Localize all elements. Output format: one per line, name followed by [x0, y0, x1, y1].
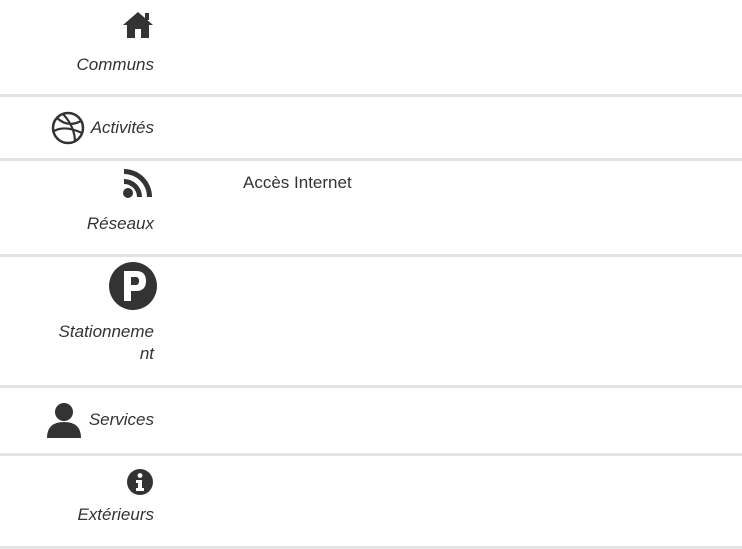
- category-label-cell: Activités: [14, 111, 154, 145]
- category-label: Stationneme nt: [14, 321, 154, 365]
- category-label-cell: Extérieurs: [14, 468, 154, 526]
- category-label-cell: Services: [14, 402, 154, 438]
- category-row-exterieurs: Extérieurs: [0, 456, 742, 549]
- category-label-cell: Communs: [14, 10, 154, 76]
- home-icon: [123, 12, 153, 38]
- rss-icon: [123, 169, 152, 198]
- dribbble-icon: [51, 111, 84, 145]
- category-label: Activités: [90, 118, 154, 137]
- category-label: Extérieurs: [77, 505, 154, 524]
- category-label-cell: Stationneme nt: [14, 261, 157, 365]
- parking-icon: [109, 262, 157, 310]
- info-icon: [127, 469, 153, 495]
- category-row-services: Services: [0, 388, 742, 456]
- category-label-text: Stationneme nt: [58, 322, 154, 363]
- user-icon: [46, 403, 81, 438]
- category-row-activites: Activités: [0, 97, 742, 161]
- category-row-communs: Communs: [0, 0, 742, 97]
- category-row-stationnement: Stationneme nt: [0, 257, 742, 388]
- category-label: Services: [88, 410, 154, 429]
- category-label: Communs: [76, 55, 154, 74]
- category-row-reseaux: Réseaux Accès Internet: [0, 161, 742, 257]
- category-label: Réseaux: [86, 214, 154, 233]
- network-value-internet: Accès Internet: [243, 173, 352, 192]
- category-label-cell: Réseaux: [14, 167, 154, 235]
